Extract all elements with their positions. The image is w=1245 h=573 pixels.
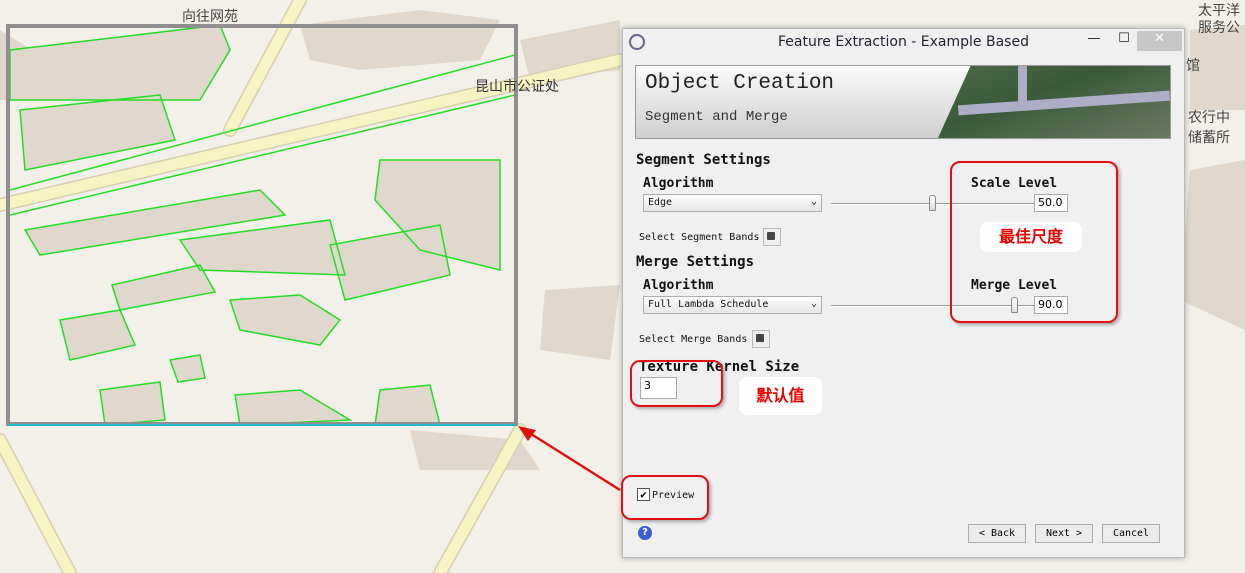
select-segment-bands-button[interactable] [763,228,781,246]
map-label: 馆 [1186,58,1200,74]
map-label: 昆山市公证处 [475,79,559,95]
map-label: 储蓄所 [1188,130,1230,146]
segment-algorithm-label: Algorithm [643,176,714,191]
map-label: 服务公 [1198,20,1240,36]
title-bar: Feature Extraction - Example Based — ☐ ✕ [623,29,1184,56]
annotation-box-texture [630,360,723,407]
slider-thumb[interactable] [929,195,936,211]
segment-settings-heading: Segment Settings [636,152,771,168]
banner-subtitle: Segment and Merge [645,109,788,125]
banner: Object Creation Segment and Merge [635,65,1171,139]
merge-algorithm-label: Algorithm [643,278,714,293]
select-segment-bands-label: Select Segment Bands [639,232,760,243]
banner-title: Object Creation [645,72,835,95]
annotation-box-preview [621,475,709,520]
maximize-button[interactable]: ☐ [1109,31,1139,51]
close-button[interactable]: ✕ [1137,31,1182,51]
next-button[interactable]: Next > [1035,524,1093,543]
map-label: 向往网苑 [182,9,238,25]
banner-image [938,66,1170,138]
back-button[interactable]: < Back [968,524,1026,543]
chevron-down-icon: ⌄ [810,298,817,309]
cancel-button[interactable]: Cancel [1102,524,1160,543]
annotation-default-value: 默认值 [739,377,822,415]
map-label: 农行中 [1188,110,1230,126]
select-merge-bands-label: Select Merge Bands [639,334,748,345]
select-merge-bands-button[interactable] [752,330,770,348]
annotation-best-scale: 最佳尺度 [980,222,1082,252]
merge-algorithm-select[interactable]: Full Lambda Schedule ⌄ [643,296,822,314]
merge-settings-heading: Merge Settings [636,254,755,270]
help-icon[interactable]: ? [638,526,652,540]
chevron-down-icon: ⌄ [810,196,817,207]
segment-algorithm-select[interactable]: Edge ⌄ [643,194,822,212]
minimize-button[interactable]: — [1079,31,1109,51]
